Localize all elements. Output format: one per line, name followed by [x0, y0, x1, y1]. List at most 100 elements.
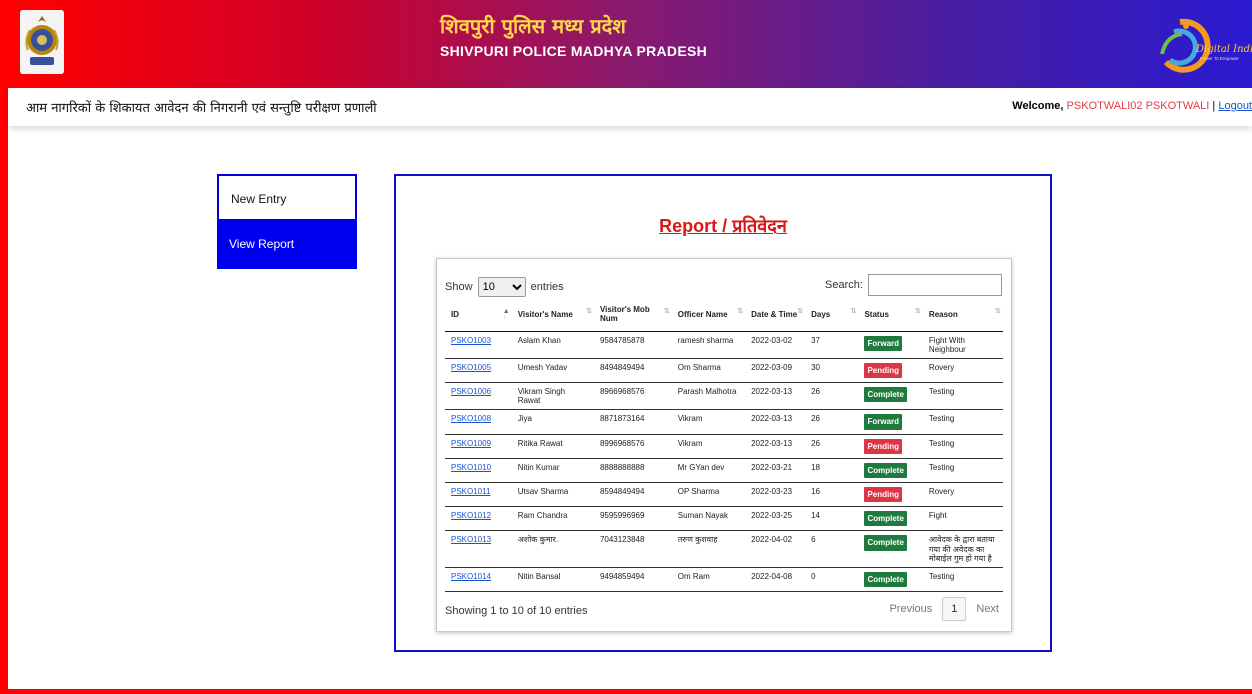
- sidebar-item-view-report[interactable]: View Report: [217, 221, 357, 269]
- cell-text: Fight With Neighbour: [928, 335, 966, 354]
- cell-text: Testing: [928, 571, 955, 581]
- cell-visitor-name: Nitin Bansal: [511, 567, 594, 593]
- next-button[interactable]: Next: [976, 603, 999, 615]
- cell-text: 6: [811, 535, 816, 545]
- digital-india-logo: Digital India Power To Empower: [1152, 14, 1252, 78]
- cell-days: 16: [805, 482, 859, 508]
- column-header-days[interactable]: Days ⇅: [805, 303, 859, 332]
- table-row: PSKO1011 Utsav Sharma 8594849494 OP Sharma 2…: [445, 482, 1003, 508]
- sort-icon: ⇅: [915, 308, 921, 315]
- cell-id: PSKO1014: [445, 567, 512, 593]
- table-row: PSKO1009 Ritika Rawat 8996968576 Vikram 2022…: [445, 434, 1003, 459]
- cell-visitor-name: Umesh Yadav: [511, 358, 594, 384]
- sort-icon: ⇅: [737, 308, 744, 315]
- cell-reason: Testing: [922, 458, 1003, 484]
- show-label: Show: [445, 281, 473, 293]
- sub-header: आम नागरिकों के शिकायत आवेदन की निगरानी ए…: [8, 88, 1252, 126]
- page-length-select[interactable]: 10: [477, 277, 526, 297]
- record-id-link[interactable]: PSKO1012: [451, 511, 491, 520]
- table-row: PSKO1008 Jiya 8871873164 Vikram 2022-03-13 26…: [445, 409, 1003, 435]
- cell-status: Pending: [858, 358, 923, 384]
- cell-visitor-mob: 7043123848: [593, 530, 672, 568]
- table-row: PSKO1012 Ram Chandra 9595996969 Suman Nayak…: [445, 506, 1003, 532]
- previous-button[interactable]: Previous: [889, 603, 932, 615]
- cell-text: 14: [811, 511, 821, 521]
- site-title-hindi: शिवपुरी पुलिस मध्य प्रदेश: [440, 14, 626, 38]
- cell-text: 8594849494: [599, 487, 645, 496]
- status-badge: Pending: [864, 438, 903, 454]
- cell-text: Ram Chandra: [517, 511, 568, 521]
- cell-text: 2022-03-09: [751, 362, 793, 372]
- status-badge: Forward: [864, 335, 903, 351]
- cell-visitor-mob: 9494859494: [593, 567, 672, 593]
- cell-reason: Testing: [922, 382, 1003, 411]
- status-badge: Pending: [864, 362, 903, 379]
- search-input[interactable]: [868, 274, 1002, 296]
- record-id-link[interactable]: PSKO1013: [451, 535, 491, 544]
- column-header-reason[interactable]: Reason ⇅: [922, 303, 1003, 332]
- cell-text: Suman Nayak: [677, 511, 728, 521]
- sort-icon: ⇅: [850, 308, 857, 315]
- cell-text: 9494859494: [599, 571, 645, 581]
- cell-text: Utsav Sharma: [517, 487, 569, 496]
- cell-date-time: 2022-04-08: [745, 567, 806, 593]
- cell-status: Pending: [858, 434, 923, 459]
- status-badge: Complete: [864, 571, 907, 588]
- sort-icon: ▲ ↑: [502, 308, 510, 321]
- cell-text: 37: [811, 335, 821, 345]
- column-header-visitor-mob[interactable]: Visitor's Mob Num ⇅: [593, 303, 672, 332]
- cell-id: PSKO1003: [445, 331, 512, 359]
- system-tagline: आम नागरिकों के शिकायत आवेदन की निगरानी ए…: [26, 101, 377, 116]
- page-title: Report / प्रतिवेदन: [659, 216, 787, 236]
- cell-text: OP Sharma: [677, 487, 720, 496]
- table-row: PSKO1005 Umesh Yadav 8494849494 Om Sharma 20…: [445, 358, 1003, 384]
- cell-days: 26: [805, 382, 859, 411]
- record-id-link[interactable]: PSKO1008: [451, 414, 491, 423]
- cell-text: 30: [811, 362, 821, 372]
- cell-status: Pending: [858, 482, 923, 508]
- sort-icon: ⇅: [797, 308, 804, 315]
- record-id-link[interactable]: PSKO1010: [451, 463, 491, 472]
- cell-text: 0: [811, 571, 816, 581]
- cell-status: Complete: [858, 530, 923, 568]
- record-id-link[interactable]: PSKO1006: [451, 387, 491, 396]
- column-header-status[interactable]: Status ⇅: [858, 303, 923, 332]
- page-1-button[interactable]: 1: [942, 597, 967, 621]
- column-header-label: ID: [451, 309, 459, 319]
- status-badge: Complete: [864, 511, 907, 527]
- table-row: PSKO1003 Aslam Khan 9584785878 ramesh sharm…: [445, 331, 1003, 359]
- cell-reason: Testing: [922, 434, 1003, 459]
- cell-visitor-mob: 8871873164: [593, 409, 672, 435]
- column-header-date-time[interactable]: Date & Time ⇅: [745, 303, 806, 332]
- record-id-link[interactable]: PSKO1005: [451, 363, 491, 372]
- cell-id: PSKO1005: [445, 358, 512, 384]
- cell-date-time: 2022-03-13: [745, 409, 806, 435]
- cell-id: PSKO1013: [445, 530, 512, 568]
- record-id-link[interactable]: PSKO1014: [451, 572, 491, 581]
- cell-visitor-mob: 9595996969: [593, 506, 672, 532]
- column-header-officer-name[interactable]: Officer Name ⇅: [671, 303, 746, 332]
- status-badge: Forward: [864, 414, 903, 430]
- record-id-link[interactable]: PSKO1011: [451, 487, 490, 496]
- column-header-visitor-name[interactable]: Visitor's Name ⇅: [511, 303, 594, 332]
- cell-visitor-mob: 8966968576: [593, 382, 672, 411]
- cell-text: 2022-03-13: [751, 438, 793, 448]
- cell-text: 26: [811, 438, 821, 448]
- search-label: Search:: [825, 278, 863, 291]
- digital-india-text: Digital India: [1195, 44, 1252, 55]
- cell-id: PSKO1010: [445, 458, 512, 484]
- column-header-id[interactable]: ID ▲ ↑: [445, 303, 512, 332]
- cell-text: ramesh sharma: [677, 335, 734, 345]
- cell-text: Nitin Bansal: [517, 571, 561, 581]
- cell-officer-name: Parash Malhotra: [671, 382, 746, 411]
- cell-visitor-name: Ram Chandra: [511, 506, 594, 532]
- record-id-link[interactable]: PSKO1003: [451, 336, 491, 345]
- cell-text: 2022-04-02: [751, 535, 793, 545]
- cell-text: 9595996969: [599, 511, 645, 521]
- record-id-link[interactable]: PSKO1009: [451, 439, 491, 448]
- page-length-control: Show 10 entries: [445, 277, 564, 297]
- logout-link[interactable]: Logout: [1218, 100, 1252, 112]
- cell-text: Vikram: [677, 438, 703, 448]
- cell-text: Vikram: [677, 414, 703, 424]
- sidebar-item-new-entry[interactable]: New Entry: [217, 174, 357, 221]
